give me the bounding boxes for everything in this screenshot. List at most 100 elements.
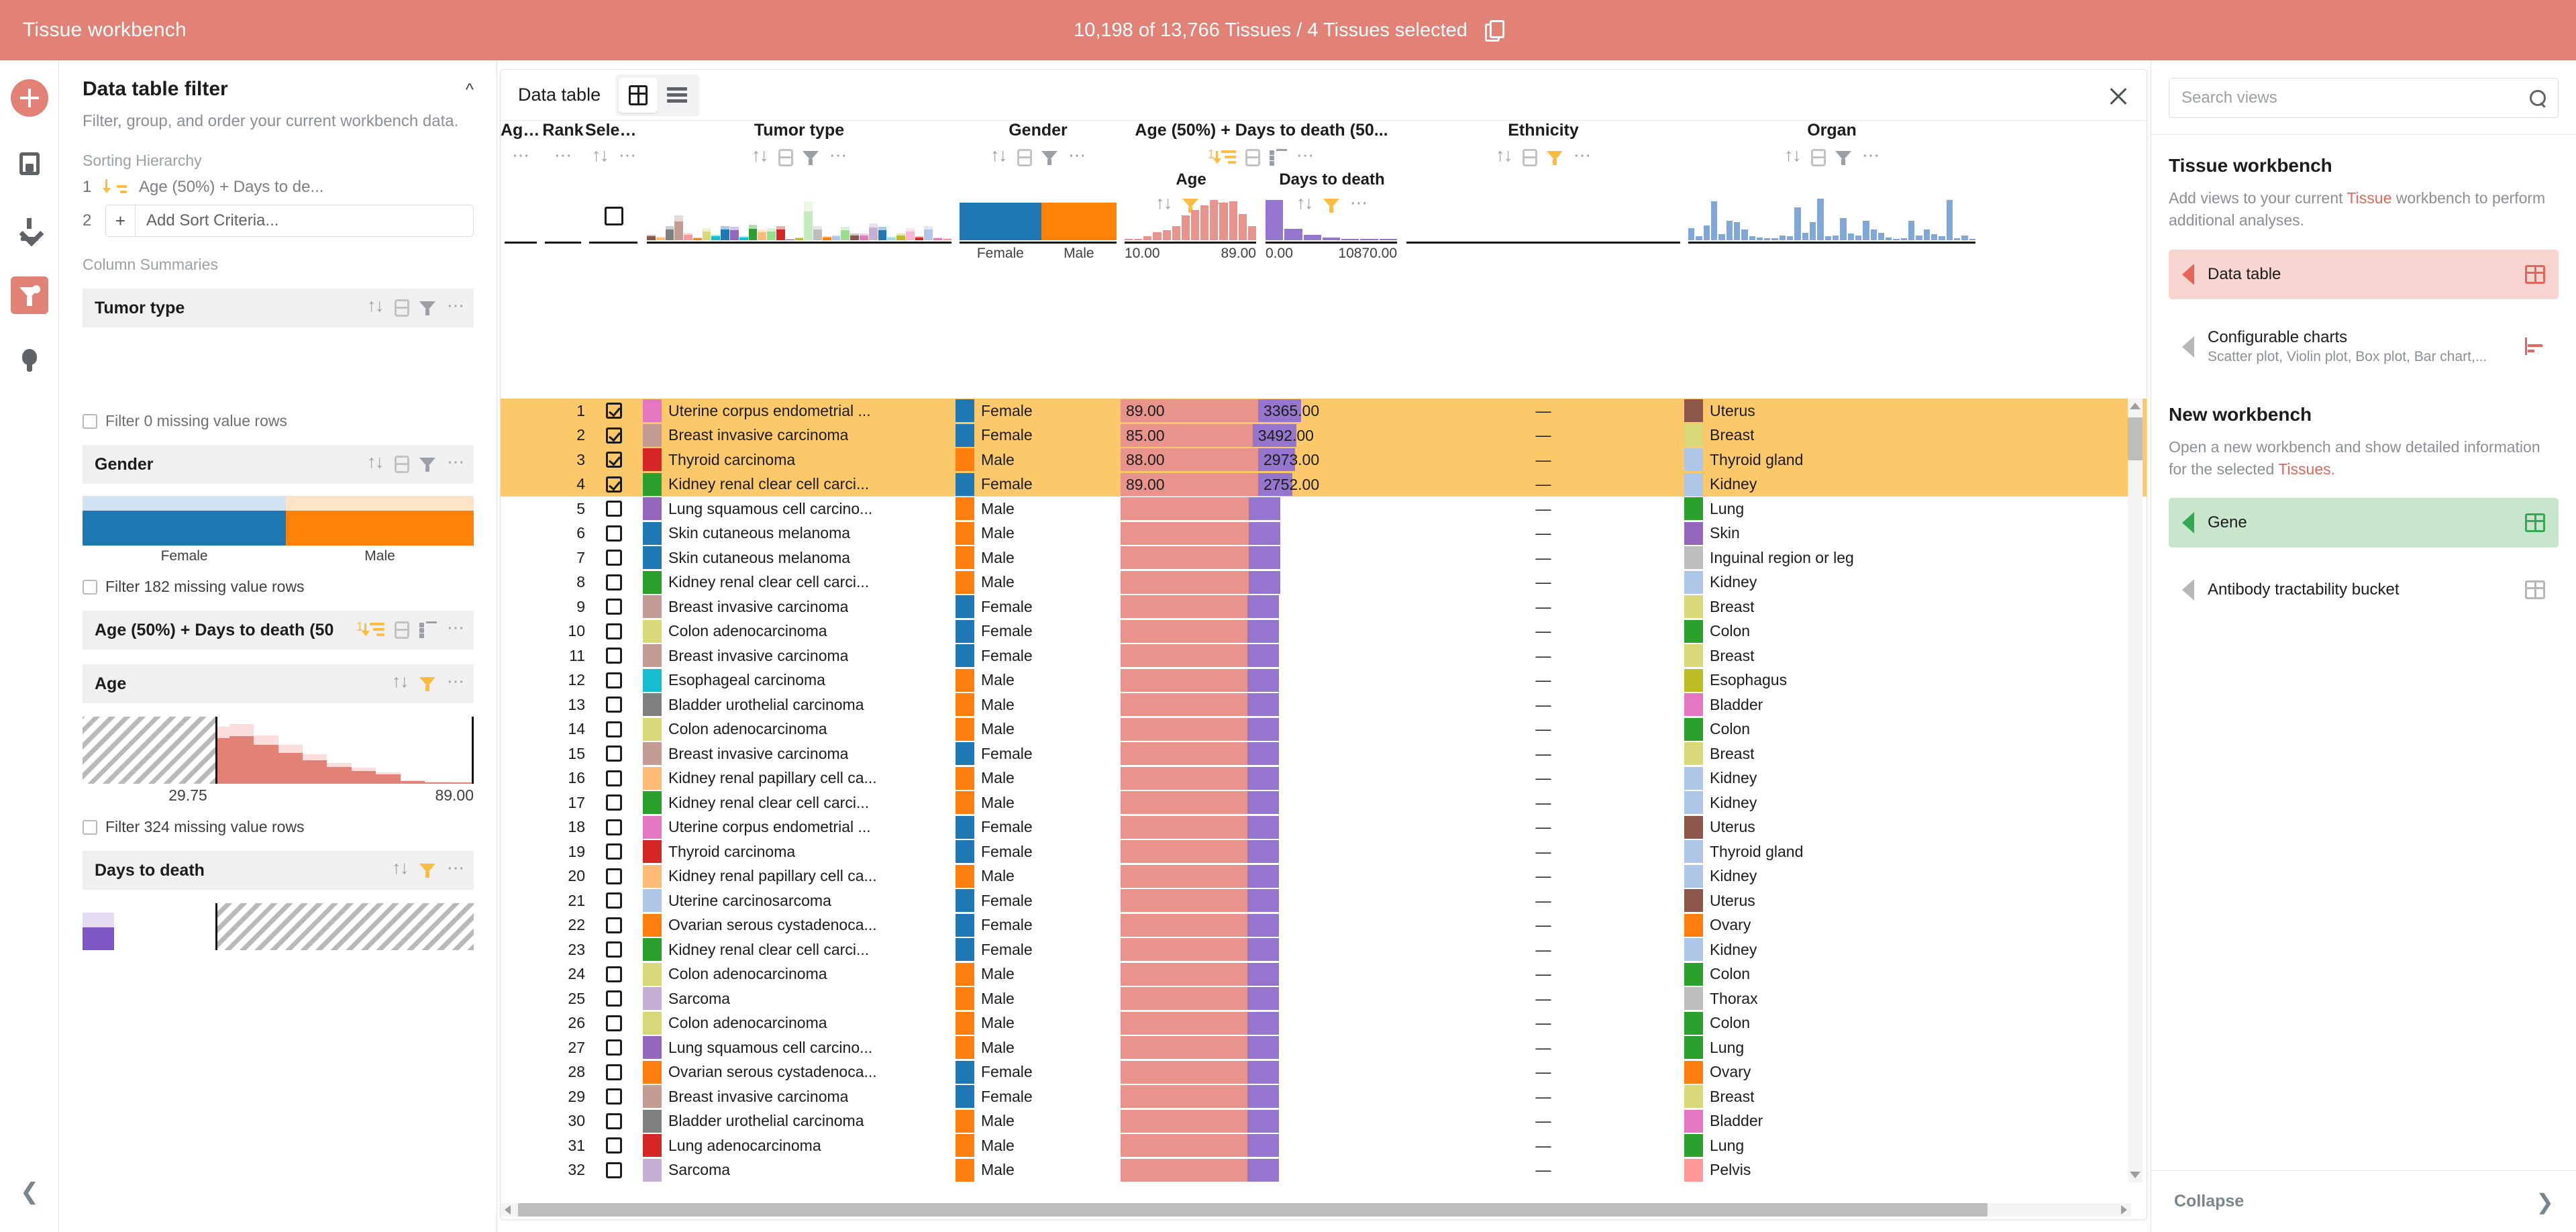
- close-icon[interactable]: [2108, 86, 2129, 107]
- scroll-right-arrow-icon[interactable]: [2121, 1205, 2127, 1215]
- cell-select[interactable]: [585, 843, 643, 860]
- table-row[interactable]: 23 Kidney renal clear cell carci... Female…: [501, 937, 2147, 962]
- filter-icon[interactable]: [419, 456, 437, 473]
- vertical-scrollbar[interactable]: [2128, 399, 2143, 1182]
- table-row[interactable]: 28 Ovarian serous cystadenoca... Female — Ov…: [501, 1060, 2147, 1085]
- table-row[interactable]: 7 Skin cutaneous melanoma Male — Inguinal re…: [501, 546, 2147, 570]
- row-select-checkbox[interactable]: [606, 1088, 622, 1105]
- cell-select[interactable]: [585, 868, 643, 884]
- filter-button[interactable]: [10, 276, 48, 314]
- cell-select[interactable]: [585, 1088, 643, 1105]
- table-row[interactable]: 27 Lung squamous cell carcino... Male — Lung: [501, 1035, 2147, 1060]
- row-select-checkbox[interactable]: [606, 1064, 622, 1080]
- table-row[interactable]: 1 Uterine corpus endometrial ... Female 89.…: [501, 399, 2147, 423]
- sort-icon[interactable]: [1496, 145, 1513, 166]
- row-select-checkbox[interactable]: [606, 501, 622, 517]
- add-button[interactable]: [10, 79, 48, 117]
- more-options-icon[interactable]: ⋯: [447, 859, 464, 879]
- group-icon[interactable]: [1245, 149, 1260, 166]
- table-body[interactable]: 1 Uterine corpus endometrial ... Female 89.…: [501, 399, 2147, 1182]
- vertical-scroll-thumb[interactable]: [2128, 417, 2143, 460]
- more-options-icon[interactable]: ⋯: [829, 146, 847, 166]
- filter-icon[interactable]: [1041, 149, 1059, 166]
- filter-icon[interactable]: [1835, 149, 1853, 166]
- gender-missing-checkbox[interactable]: [83, 579, 97, 595]
- table-row[interactable]: 19 Thyroid carcinoma Female — Thyroid gland: [501, 839, 2147, 864]
- add-sort-criteria-input[interactable]: + Add Sort Criteria...: [105, 205, 474, 238]
- row-select-checkbox[interactable]: [606, 721, 622, 737]
- cell-select[interactable]: [585, 941, 643, 958]
- row-select-checkbox[interactable]: [606, 672, 622, 688]
- table-row[interactable]: 13 Bladder urothelial carcinoma Male — Bladd…: [501, 692, 2147, 717]
- view-item-gene[interactable]: Gene: [2169, 498, 2559, 548]
- row-select-checkbox[interactable]: [606, 427, 622, 444]
- cell-select[interactable]: [585, 1162, 643, 1178]
- cell-select[interactable]: [585, 966, 643, 982]
- tumor-missing-filter-row[interactable]: Filter 0 missing value rows: [83, 412, 474, 430]
- search-icon[interactable]: [2530, 90, 2546, 106]
- column-header-ethnicity[interactable]: Ethnicity ⋯: [1402, 121, 1684, 167]
- row-select-checkbox[interactable]: [606, 1162, 622, 1178]
- checklist-icon[interactable]: [419, 621, 437, 639]
- group-icon[interactable]: [1017, 149, 1032, 166]
- column-header-age-days-to-death[interactable]: Age (50%) + Days to death (50... 1. ⋯: [1121, 121, 1402, 167]
- table-row[interactable]: 16 Kidney renal papillary cell ca... Male —…: [501, 766, 2147, 791]
- column-header-select[interactable]: Selec... ⋯: [585, 121, 643, 167]
- more-options-icon[interactable]: ⋯: [447, 619, 464, 639]
- cell-select[interactable]: [585, 746, 643, 762]
- save-button[interactable]: [11, 145, 48, 183]
- sort-icon[interactable]: [592, 145, 609, 166]
- cell-select[interactable]: [585, 599, 643, 615]
- cell-select[interactable]: [585, 1113, 643, 1129]
- table-row[interactable]: 30 Bladder urothelial carcinoma Male — Bladd…: [501, 1109, 2147, 1134]
- filter-icon-active[interactable]: [419, 862, 437, 879]
- group-icon[interactable]: [778, 149, 793, 166]
- scroll-left-arrow-icon[interactable]: [505, 1205, 511, 1215]
- row-select-checkbox[interactable]: [606, 574, 622, 591]
- table-row[interactable]: 29 Breast invasive carcinoma Female — Breast: [501, 1084, 2147, 1109]
- cell-select[interactable]: [585, 623, 643, 639]
- age-missing-filter-row[interactable]: Filter 324 missing value rows: [83, 818, 474, 836]
- column-header-rank[interactable]: Rank ⋯: [541, 121, 585, 167]
- tips-button[interactable]: [11, 342, 48, 380]
- more-options-icon[interactable]: ⋯: [447, 453, 464, 473]
- copy-icon[interactable]: [1484, 20, 1504, 42]
- cell-select[interactable]: [585, 476, 643, 493]
- cell-select[interactable]: [585, 672, 643, 688]
- filter-icon-active[interactable]: [419, 675, 437, 692]
- group-icon[interactable]: [395, 299, 409, 317]
- table-row[interactable]: 17 Kidney renal clear cell carci... Male — K…: [501, 790, 2147, 815]
- tumor-missing-checkbox[interactable]: [83, 413, 97, 429]
- table-row[interactable]: 15 Breast invasive carcinoma Female — Breast: [501, 741, 2147, 766]
- row-select-checkbox[interactable]: [606, 697, 622, 713]
- rail-collapse-button[interactable]: ❮: [0, 1178, 59, 1205]
- cell-select[interactable]: [585, 892, 643, 909]
- select-all-checkbox[interactable]: [605, 207, 623, 225]
- more-options-icon[interactable]: ⋯: [447, 297, 464, 317]
- row-select-checkbox[interactable]: [606, 892, 622, 909]
- group-icon[interactable]: [1523, 149, 1537, 166]
- cell-select[interactable]: [585, 990, 643, 1007]
- row-select-checkbox[interactable]: [606, 868, 622, 884]
- more-options-icon[interactable]: ⋯: [619, 146, 636, 166]
- row-select-checkbox[interactable]: [606, 746, 622, 762]
- horizontal-scrollbar[interactable]: [501, 1203, 2131, 1217]
- table-row[interactable]: 25 Sarcoma Male — Thorax: [501, 986, 2147, 1011]
- column-header-organ[interactable]: Organ ⋯: [1684, 121, 1979, 167]
- row-select-checkbox[interactable]: [606, 843, 622, 860]
- checklist-icon[interactable]: [1270, 149, 1287, 166]
- table-row[interactable]: 31 Lung adenocarcinoma Male — Lung: [501, 1133, 2147, 1158]
- table-row[interactable]: 6 Skin cutaneous melanoma Male — Skin: [501, 521, 2147, 546]
- row-select-checkbox[interactable]: [606, 1137, 622, 1154]
- row-select-checkbox[interactable]: [606, 1113, 622, 1129]
- list-view-button[interactable]: [658, 78, 697, 113]
- table-row[interactable]: 32 Sarcoma Male — Pelvis: [501, 1158, 2147, 1183]
- gender-missing-filter-row[interactable]: Filter 182 missing value rows: [83, 578, 474, 596]
- table-row[interactable]: 10 Colon adenocarcinoma Female — Colon: [501, 619, 2147, 644]
- cell-select[interactable]: [585, 525, 643, 542]
- row-select-checkbox[interactable]: [606, 990, 622, 1007]
- row-select-checkbox[interactable]: [606, 819, 622, 835]
- cell-select[interactable]: [585, 1015, 643, 1031]
- group-icon[interactable]: [1811, 149, 1826, 166]
- view-item-antibody-tractability-bucket[interactable]: Antibody tractability bucket: [2169, 565, 2559, 615]
